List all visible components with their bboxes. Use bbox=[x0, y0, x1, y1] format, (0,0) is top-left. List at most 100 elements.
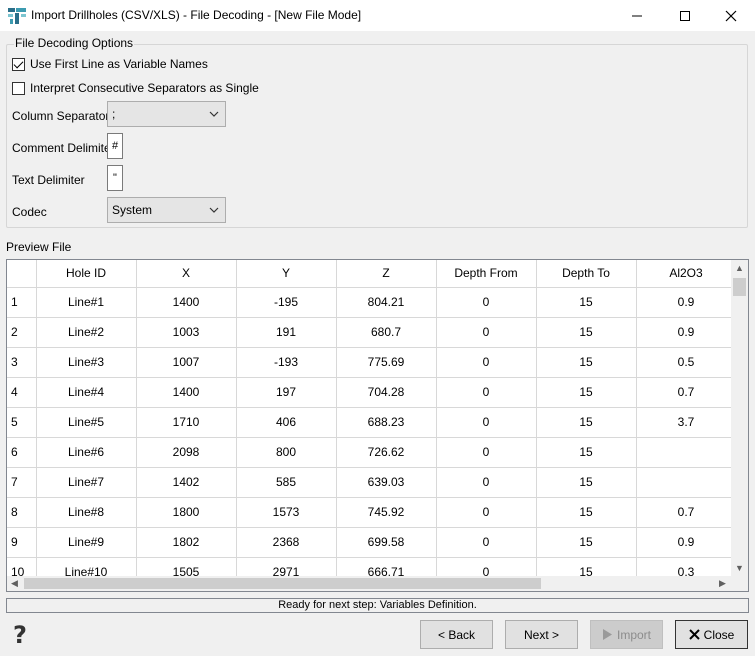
table-cell[interactable]: 1400 bbox=[136, 287, 237, 318]
table-row[interactable]: 1 Line#1 1400 -195 804.21 0 15 0.9 bbox=[7, 287, 737, 318]
vertical-scroll-thumb[interactable] bbox=[733, 278, 746, 296]
column-header[interactable]: Depth To bbox=[536, 260, 637, 288]
table-cell[interactable]: 15 bbox=[536, 497, 637, 528]
row-number[interactable]: 3 bbox=[7, 347, 37, 378]
table-cell[interactable]: 1573 bbox=[236, 497, 337, 528]
table-cell[interactable]: 15 bbox=[536, 407, 637, 438]
table-cell[interactable]: 406 bbox=[236, 407, 337, 438]
vertical-scrollbar[interactable]: ▲ ▼ bbox=[731, 260, 748, 576]
table-cell[interactable]: 2098 bbox=[136, 437, 237, 468]
table-cell[interactable]: 15 bbox=[536, 287, 637, 318]
scroll-right-icon[interactable]: ▶ bbox=[719, 579, 726, 588]
table-cell[interactable]: Line#4 bbox=[36, 377, 137, 408]
table-row[interactable]: 7 Line#7 1402 585 639.03 0 15 bbox=[7, 467, 737, 498]
row-number[interactable]: 1 bbox=[7, 287, 37, 318]
horizontal-scroll-thumb[interactable] bbox=[24, 578, 541, 589]
table-cell[interactable]: 15 bbox=[536, 377, 637, 408]
column-header[interactable]: Hole ID bbox=[36, 260, 137, 288]
table-cell[interactable]: 15 bbox=[536, 467, 637, 498]
comment-delimiter-input[interactable]: # bbox=[107, 133, 123, 159]
table-row[interactable]: 9 Line#9 1802 2368 699.58 0 15 0.9 bbox=[7, 527, 737, 558]
table-cell[interactable]: 0 bbox=[436, 347, 537, 378]
table-cell[interactable]: Line#2 bbox=[36, 317, 137, 348]
table-cell[interactable]: 0 bbox=[436, 407, 537, 438]
scroll-left-icon[interactable]: ◀ bbox=[11, 579, 18, 588]
table-cell[interactable]: 639.03 bbox=[336, 467, 437, 498]
table-cell[interactable]: 680.7 bbox=[336, 317, 437, 348]
table-cell[interactable]: 585 bbox=[236, 467, 337, 498]
help-icon[interactable]: ? bbox=[10, 621, 34, 649]
table-cell[interactable]: 2368 bbox=[236, 527, 337, 558]
table-cell[interactable]: 1710 bbox=[136, 407, 237, 438]
table-cell[interactable]: Line#5 bbox=[36, 407, 137, 438]
table-cell[interactable]: 3.7 bbox=[636, 407, 737, 438]
row-number[interactable]: 4 bbox=[7, 377, 37, 408]
table-cell[interactable]: -195 bbox=[236, 287, 337, 318]
table-cell[interactable]: 0.7 bbox=[636, 497, 737, 528]
row-number[interactable]: 5 bbox=[7, 407, 37, 438]
maximize-button[interactable] bbox=[662, 0, 708, 31]
minimize-button[interactable] bbox=[614, 0, 660, 31]
row-number[interactable]: 6 bbox=[7, 437, 37, 468]
table-cell[interactable]: 191 bbox=[236, 317, 337, 348]
table-cell[interactable]: 775.69 bbox=[336, 347, 437, 378]
table-cell[interactable]: 0 bbox=[436, 437, 537, 468]
table-cell[interactable]: 804.21 bbox=[336, 287, 437, 318]
table-cell[interactable]: 0.5 bbox=[636, 347, 737, 378]
table-cell[interactable]: 0 bbox=[436, 317, 537, 348]
column-separator-select[interactable]: ; bbox=[107, 101, 226, 127]
table-cell[interactable]: 704.28 bbox=[336, 377, 437, 408]
table-row[interactable]: 5 Line#5 1710 406 688.23 0 15 3.7 bbox=[7, 407, 737, 438]
column-header[interactable]: Al2O3 bbox=[636, 260, 737, 288]
row-number[interactable]: 2 bbox=[7, 317, 37, 348]
close-button[interactable]: Close bbox=[675, 620, 748, 649]
scroll-down-icon[interactable]: ▼ bbox=[735, 564, 744, 573]
import-button[interactable]: Import bbox=[590, 620, 663, 649]
table-cell[interactable]: Line#9 bbox=[36, 527, 137, 558]
close-window-button[interactable] bbox=[708, 0, 754, 31]
table-cell[interactable]: Line#7 bbox=[36, 467, 137, 498]
table-cell[interactable]: 0.9 bbox=[636, 287, 737, 318]
table-cell[interactable]: Line#8 bbox=[36, 497, 137, 528]
back-button[interactable]: < Back bbox=[420, 620, 493, 649]
text-delimiter-input[interactable]: " bbox=[107, 165, 123, 191]
table-cell[interactable]: Line#1 bbox=[36, 287, 137, 318]
table-cell[interactable]: 0 bbox=[436, 467, 537, 498]
row-number[interactable]: 7 bbox=[7, 467, 37, 498]
table-cell[interactable]: 726.62 bbox=[336, 437, 437, 468]
table-cell[interactable]: 15 bbox=[536, 317, 637, 348]
horizontal-scrollbar[interactable]: ◀ ▶ bbox=[7, 576, 748, 591]
consecutive-separators-checkbox-row[interactable]: Interpret Consecutive Separators as Sing… bbox=[12, 81, 259, 95]
table-cell[interactable]: 1800 bbox=[136, 497, 237, 528]
table-cell[interactable]: 0.9 bbox=[636, 527, 737, 558]
table-cell[interactable]: Line#3 bbox=[36, 347, 137, 378]
table-cell[interactable]: 1400 bbox=[136, 377, 237, 408]
column-header[interactable]: Z bbox=[336, 260, 437, 288]
use-first-line-checkbox-row[interactable]: Use First Line as Variable Names bbox=[12, 57, 208, 71]
row-number[interactable]: 9 bbox=[7, 527, 37, 558]
use-first-line-checkbox[interactable] bbox=[12, 57, 25, 71]
table-cell[interactable]: 0 bbox=[436, 527, 537, 558]
table-row[interactable]: 3 Line#3 1007 -193 775.69 0 15 0.5 bbox=[7, 347, 737, 378]
table-cell[interactable]: 0.7 bbox=[636, 377, 737, 408]
table-cell[interactable] bbox=[636, 467, 737, 498]
table-cell[interactable]: 1003 bbox=[136, 317, 237, 348]
consecutive-separators-checkbox[interactable] bbox=[12, 81, 25, 95]
table-cell[interactable]: -193 bbox=[236, 347, 337, 378]
table-cell[interactable]: 15 bbox=[536, 437, 637, 468]
table-cell[interactable]: 1007 bbox=[136, 347, 237, 378]
scroll-up-icon[interactable]: ▲ bbox=[735, 264, 744, 273]
column-header[interactable]: Y bbox=[236, 260, 337, 288]
table-cell[interactable]: 800 bbox=[236, 437, 337, 468]
table-row[interactable]: 2 Line#2 1003 191 680.7 0 15 0.9 bbox=[7, 317, 737, 348]
codec-select[interactable]: System bbox=[107, 197, 226, 223]
next-button[interactable]: Next > bbox=[505, 620, 578, 649]
table-cell[interactable]: 745.92 bbox=[336, 497, 437, 528]
table-cell[interactable]: 197 bbox=[236, 377, 337, 408]
row-number[interactable]: 8 bbox=[7, 497, 37, 528]
preview-table[interactable]: Hole ID X Y Z Depth From Depth To Al2O3 1 Line#… bbox=[6, 259, 749, 592]
table-cell[interactable]: 0 bbox=[436, 377, 537, 408]
table-row[interactable]: 6 Line#6 2098 800 726.62 0 15 bbox=[7, 437, 737, 468]
table-cell[interactable]: 1802 bbox=[136, 527, 237, 558]
table-cell[interactable]: 0 bbox=[436, 287, 537, 318]
